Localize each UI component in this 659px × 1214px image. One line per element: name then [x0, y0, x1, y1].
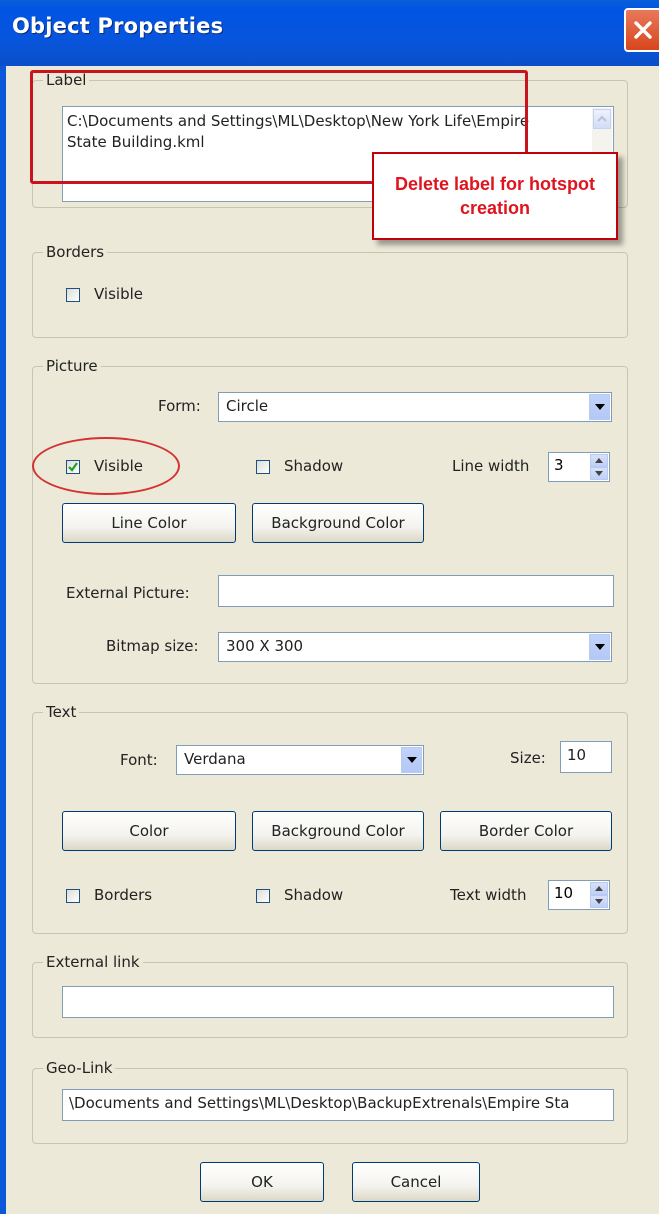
borders-group-legend: Borders [43, 243, 108, 261]
title-bar[interactable]: Object Properties [0, 0, 659, 66]
text-borders-label: Borders [94, 886, 153, 904]
chevron-down-icon [406, 757, 417, 763]
bitmap-size-value: 300 X 300 [226, 637, 304, 655]
window-frame-left [0, 66, 6, 1214]
scroll-up-button[interactable] [593, 109, 611, 129]
ok-button[interactable]: OK [200, 1162, 324, 1202]
text-width-spinner[interactable]: 10 [548, 880, 610, 910]
form-select-value: Circle [226, 397, 269, 415]
bitmap-size-dropdown-button[interactable] [589, 634, 610, 660]
line-width-label: Line width [452, 457, 530, 475]
geo-link-input[interactable]: \Documents and Settings\ML\Desktop\Backu… [62, 1089, 614, 1121]
font-dropdown-button[interactable] [401, 747, 422, 773]
chevron-down-icon [595, 899, 603, 904]
border-color-button-label: Border Color [478, 822, 574, 840]
chevron-down-icon [594, 644, 605, 650]
form-label: Form: [158, 397, 201, 415]
chevron-up-icon [597, 116, 607, 122]
font-label: Font: [120, 751, 158, 769]
annotation-highlight-oval [32, 437, 180, 495]
cancel-button-label: Cancel [390, 1173, 442, 1191]
line-color-button-label: Line Color [111, 514, 187, 532]
external-picture-label: External Picture: [66, 584, 190, 602]
text-width-up-button[interactable] [590, 882, 608, 895]
close-button[interactable] [624, 8, 659, 52]
text-width-label: Text width [450, 886, 527, 904]
chevron-down-icon [594, 404, 605, 410]
ok-button-label: OK [251, 1173, 273, 1191]
chevron-down-icon [595, 471, 603, 476]
external-link-group-legend: External link [43, 953, 143, 971]
line-width-down-button[interactable] [590, 467, 608, 480]
chevron-up-icon [595, 458, 603, 463]
annotation-callout: Delete label for hotspot creation [372, 152, 618, 240]
cancel-button[interactable]: Cancel [352, 1162, 480, 1202]
picture-shadow-label: Shadow [284, 457, 344, 475]
text-background-color-button[interactable]: Background Color [252, 811, 424, 851]
text-width-down-button[interactable] [590, 895, 608, 908]
text-color-button-label: Color [129, 822, 169, 840]
chevron-up-icon [595, 886, 603, 891]
text-shadow-checkbox[interactable] [256, 889, 270, 903]
text-width-value: 10 [554, 884, 574, 902]
text-shadow-label: Shadow [284, 886, 344, 904]
text-color-button[interactable]: Color [62, 811, 236, 851]
form-select[interactable]: Circle [218, 392, 612, 422]
close-icon [634, 21, 652, 39]
callout-text: Delete label for hotspot creation [394, 174, 596, 218]
picture-shadow-checkbox[interactable] [256, 460, 270, 474]
font-select[interactable]: Verdana [176, 745, 424, 775]
bitmap-size-select[interactable]: 300 X 300 [218, 632, 612, 662]
size-label: Size: [510, 749, 546, 767]
text-borders-checkbox[interactable] [66, 889, 80, 903]
external-picture-input[interactable] [218, 575, 614, 607]
picture-background-color-button-label: Background Color [271, 514, 405, 532]
borders-visible-checkbox[interactable] [66, 288, 80, 302]
form-dropdown-button[interactable] [589, 394, 610, 420]
text-group-legend: Text [43, 703, 80, 721]
border-color-button[interactable]: Border Color [440, 811, 612, 851]
line-width-spinner[interactable]: 3 [548, 452, 610, 482]
font-select-value: Verdana [184, 750, 246, 768]
geo-link-group-legend: Geo-Link [43, 1059, 116, 1077]
picture-group-legend: Picture [43, 357, 101, 375]
line-width-value: 3 [554, 456, 564, 474]
line-width-up-button[interactable] [590, 454, 608, 467]
borders-visible-label: Visible [94, 285, 143, 303]
external-link-input[interactable] [62, 986, 614, 1018]
line-color-button[interactable]: Line Color [62, 503, 236, 543]
bitmap-size-label: Bitmap size: [106, 637, 199, 655]
object-properties-dialog: Object Properties Label C:\Documents and… [0, 0, 659, 1214]
size-input[interactable]: 10 [560, 741, 612, 773]
window-title: Object Properties [12, 14, 224, 38]
text-background-color-button-label: Background Color [271, 822, 405, 840]
picture-background-color-button[interactable]: Background Color [252, 503, 424, 543]
